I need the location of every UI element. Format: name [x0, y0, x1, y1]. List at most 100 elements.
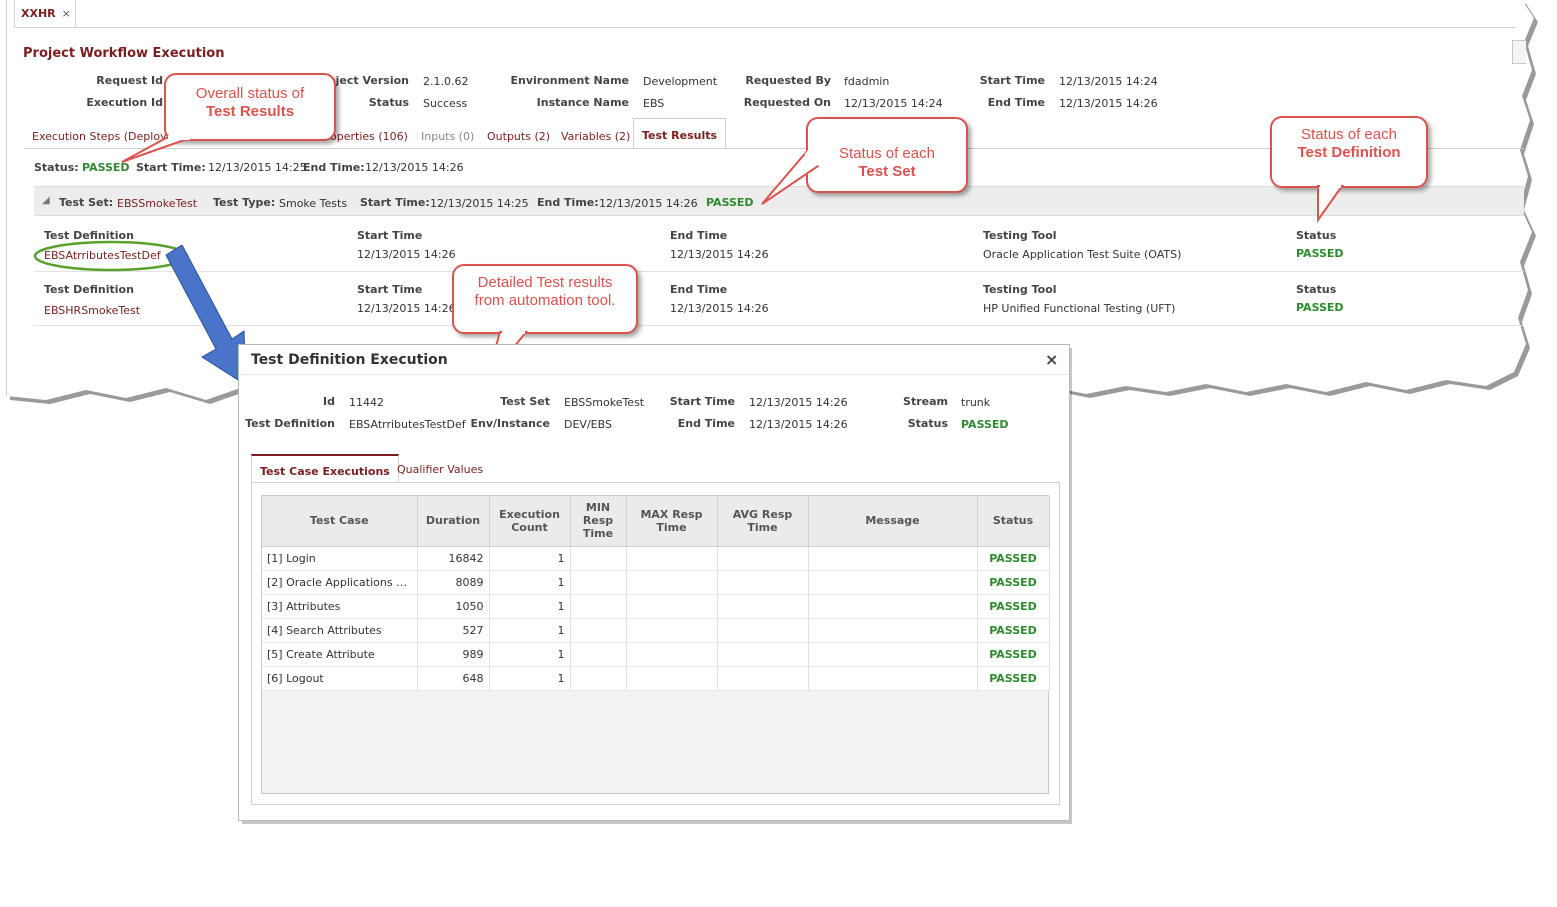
maximize-button[interactable]: [1512, 40, 1526, 64]
column-header-max-resp-time[interactable]: MAX Resp Time: [626, 496, 718, 547]
callout-overall-line1: Overall status of: [195, 85, 305, 102]
message-cell: [808, 570, 978, 595]
status-cell: PASSED: [977, 666, 1050, 691]
status-cell: PASSED: [977, 570, 1050, 595]
status-cell: PASSED: [977, 546, 1050, 571]
def2-end-label: End Time: [670, 283, 728, 296]
def1-status-value: PASSED: [1296, 247, 1344, 260]
max-cell: [626, 618, 718, 643]
test-set-status: PASSED: [706, 196, 754, 209]
close-icon[interactable]: ×: [1045, 350, 1058, 369]
start-time-value: 12/13/2015 14:24: [1059, 75, 1158, 88]
avg-cell: [717, 666, 809, 691]
tab-divider: [76, 27, 1516, 28]
min-cell: [570, 618, 627, 643]
test-case-cell: [3] Attributes: [262, 594, 418, 619]
def2-start-value: 12/13/2015 14:26: [357, 302, 456, 315]
tab-test-results[interactable]: Test Results: [633, 118, 727, 149]
app-tab-label: XXHR: [21, 7, 56, 20]
test-case-grid: Test Case Duration Execution Count MIN R…: [261, 495, 1050, 794]
environment-name-value: Development: [643, 75, 718, 88]
callout-tail: [761, 144, 830, 205]
modal-def-label: Test Definition: [245, 417, 335, 430]
dialog-title: Test Definition Execution: [251, 352, 448, 368]
test-case-cell: [5] Create Attribute: [262, 642, 418, 667]
column-header-duration[interactable]: Duration: [417, 496, 490, 547]
tab-outputs[interactable]: Outputs (2): [487, 125, 550, 149]
test-case-cell: [2] Oracle Applications Ho...: [262, 570, 418, 595]
test-type-value: Smoke Tests: [279, 197, 348, 210]
avg-cell: [717, 546, 809, 571]
def2-status-value: PASSED: [1296, 301, 1344, 314]
callout-test-def-line1: Status of each: [1301, 126, 1397, 143]
table-row[interactable]: [4] Search Attributes 527 1 PASSED: [262, 618, 1050, 643]
requested-on-label: Requested On: [743, 96, 831, 109]
def2-start-label: Start Time: [357, 283, 423, 296]
def1-status-label: Status: [1296, 229, 1337, 242]
message-cell: [808, 618, 978, 643]
column-header-min-resp-time[interactable]: MIN Resp Time: [570, 496, 627, 547]
modal-status-label: Status: [907, 417, 948, 430]
modal-set-label: Test Set: [500, 395, 550, 408]
def2-status-label: Status: [1296, 283, 1337, 296]
modal-set-value: EBSSmokeTest: [564, 396, 645, 409]
test-set-end-label: End Time:: [537, 196, 599, 209]
callout-detailed-results: Detailed Test results from automation to…: [452, 264, 638, 334]
count-cell: 1: [489, 642, 571, 667]
modal-id-label: Id: [323, 395, 335, 408]
table-row[interactable]: [6] Logout 648 1 PASSED: [262, 666, 1050, 691]
column-header-execution-count[interactable]: Execution Count: [489, 496, 571, 547]
results-start-value: 12/13/2015 14:25: [208, 161, 307, 174]
test-set-label: Test Set:: [59, 196, 114, 209]
tab-variables[interactable]: Variables (2): [561, 125, 630, 149]
requested-by-value: fdadmin: [844, 75, 890, 88]
test-type-label: Test Type:: [213, 196, 276, 209]
close-icon[interactable]: ×: [62, 7, 71, 20]
count-cell: 1: [489, 666, 571, 691]
tab-inputs[interactable]: Inputs (0): [421, 125, 474, 149]
modal-status-value: PASSED: [961, 418, 1009, 431]
results-status-label: Status:: [34, 161, 79, 174]
table-row[interactable]: [3] Attributes 1050 1 PASSED: [262, 594, 1050, 619]
modal-stream-value: trunk: [961, 396, 991, 409]
test-case-cell: [1] Login: [262, 546, 418, 571]
app-tab-xxhr[interactable]: XXHR ×: [14, 0, 76, 28]
column-header-message[interactable]: Message: [808, 496, 978, 547]
count-cell: 1: [489, 546, 571, 571]
tab-test-case-executions[interactable]: Test Case Executions: [251, 454, 399, 482]
callout-test-set-line1: Status of each: [839, 145, 935, 162]
table-row[interactable]: [5] Create Attribute 989 1 PASSED: [262, 642, 1050, 667]
callout-tail: [1317, 184, 1344, 224]
tab-properties[interactable]: operties (106): [330, 125, 408, 149]
test-set-link[interactable]: EBSSmokeTest: [117, 197, 197, 210]
status-cell: PASSED: [977, 618, 1050, 643]
duration-cell: 1050: [417, 594, 490, 619]
project-version-value: 2.1.0.62: [423, 75, 469, 88]
modal-start-label: Start Time: [669, 395, 735, 408]
results-end-label: End Time:: [303, 161, 365, 174]
callout-detailed-line1: Detailed Test results: [477, 274, 613, 291]
status-cell: PASSED: [977, 594, 1050, 619]
modal-env-value: DEV/EBS: [564, 418, 612, 431]
collapse-triangle-icon[interactable]: ◢: [42, 195, 50, 206]
column-header-test-case[interactable]: Test Case: [262, 496, 418, 547]
avg-cell: [717, 594, 809, 619]
table-row[interactable]: [1] Login 16842 1 PASSED: [262, 546, 1050, 571]
column-header-avg-resp-time[interactable]: AVG Resp Time: [717, 496, 809, 547]
avg-cell: [717, 570, 809, 595]
modal-start-value: 12/13/2015 14:26: [749, 396, 848, 409]
tab-qualifier-values[interactable]: Qualifier Values: [389, 454, 491, 482]
def1-tool-value: Oracle Application Test Suite (OATS): [983, 248, 1182, 261]
max-cell: [626, 642, 718, 667]
environment-name-label: Environment Name: [510, 74, 630, 87]
end-time-value: 12/13/2015 14:26: [1059, 97, 1158, 110]
min-cell: [570, 594, 627, 619]
modal-stream-label: Stream: [903, 395, 948, 408]
column-header-status[interactable]: Status: [977, 496, 1050, 547]
count-cell: 1: [489, 594, 571, 619]
table-row[interactable]: [2] Oracle Applications Ho... 8089 1 PAS…: [262, 570, 1050, 595]
avg-cell: [717, 618, 809, 643]
end-time-label: End Time: [987, 96, 1045, 109]
callout-test-def-line2: Test Definition: [1297, 144, 1401, 161]
def2-link[interactable]: EBSHRSmokeTest: [44, 304, 140, 317]
